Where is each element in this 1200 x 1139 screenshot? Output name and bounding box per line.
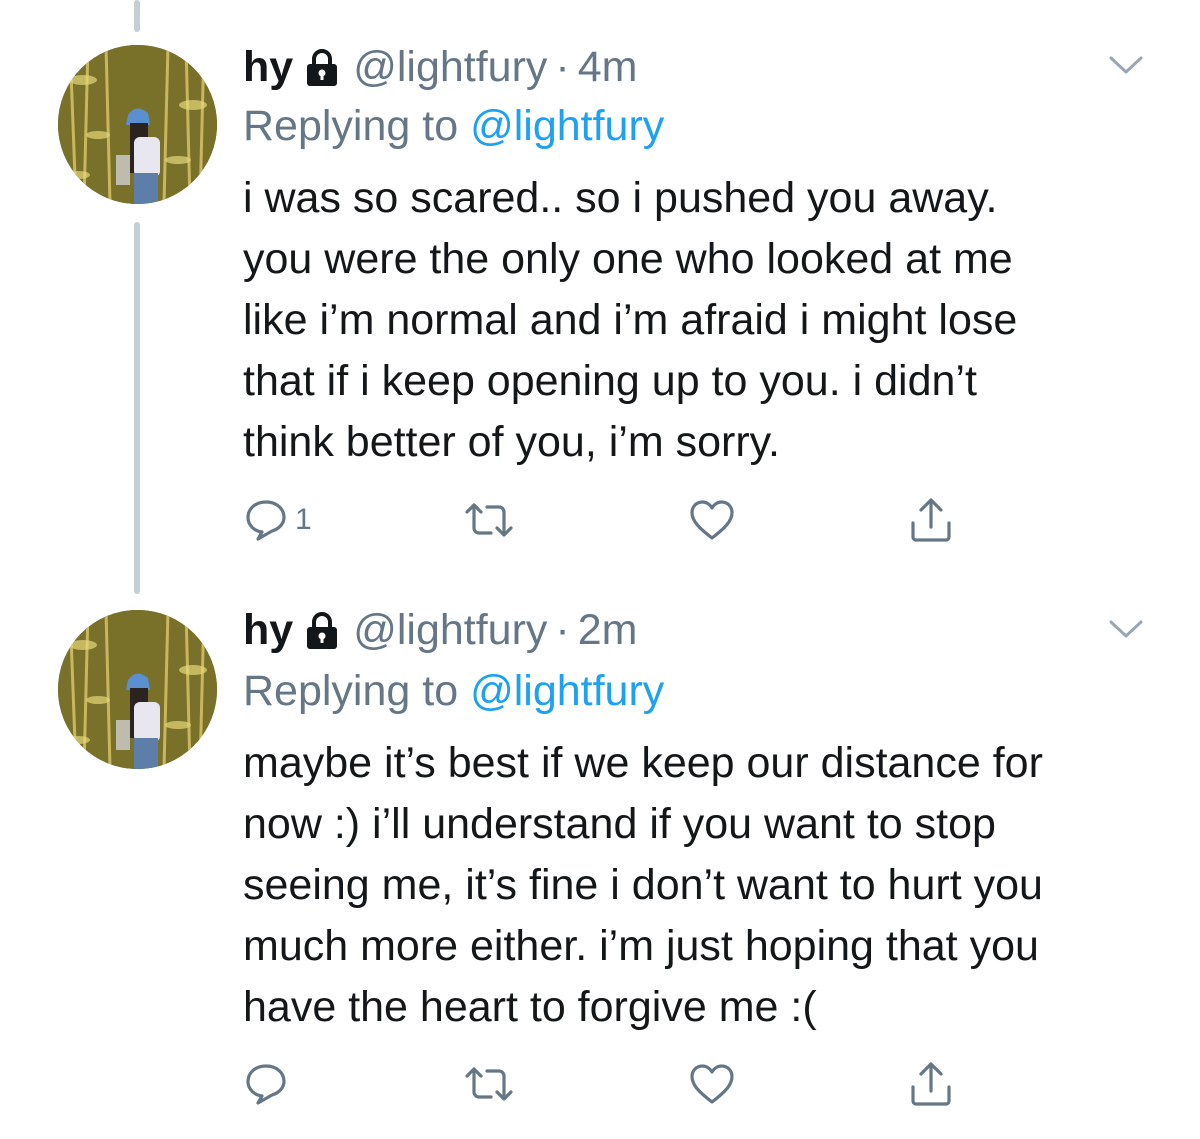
share-button[interactable] <box>909 1059 953 1109</box>
retweet-button[interactable] <box>463 495 515 545</box>
chevron-down-icon[interactable] <box>1108 54 1144 76</box>
timestamp[interactable]: 4m <box>578 42 638 92</box>
tweet-header: hy @lightfury · 2m <box>243 605 637 655</box>
reply-icon <box>243 1062 289 1106</box>
avatar[interactable] <box>58 45 217 204</box>
share-icon <box>909 497 953 543</box>
replying-to-label: Replying to <box>243 102 471 150</box>
display-name[interactable]: hy <box>243 605 293 655</box>
reply-button[interactable]: 1 <box>243 495 312 545</box>
replying-to-line: Replying to @lightfury <box>243 101 664 151</box>
tweet-text: maybe it’s best if we keep our distance … <box>243 739 1043 1031</box>
like-button[interactable] <box>689 1059 735 1109</box>
replying-to-line: Replying to @lightfury <box>243 666 664 716</box>
reply-button[interactable] <box>243 1059 295 1109</box>
share-icon <box>909 1061 953 1107</box>
tweet-1[interactable]: hy @lightfury · 4m Replying to @lightfur… <box>0 0 1200 580</box>
like-icon <box>689 499 735 541</box>
retweet-icon <box>463 500 515 540</box>
tweet-text: i was so scared.. so i pushed you away. … <box>243 174 1018 466</box>
reply-icon <box>243 498 289 542</box>
tweet-actions <box>243 1059 1003 1109</box>
lock-icon <box>305 611 339 649</box>
lock-icon <box>305 48 339 86</box>
display-name[interactable]: hy <box>243 42 293 92</box>
like-button[interactable] <box>689 495 735 545</box>
replying-to-mention[interactable]: @lightfury <box>470 667 664 715</box>
replying-to-label: Replying to <box>243 667 471 715</box>
tweet-2[interactable]: hy @lightfury · 2m Replying to @lightfur… <box>0 580 1200 1139</box>
reply-count: 1 <box>295 503 312 536</box>
separator-dot: · <box>555 606 570 654</box>
separator-dot: · <box>555 43 570 91</box>
retweet-button[interactable] <box>463 1059 515 1109</box>
avatar[interactable] <box>58 610 217 769</box>
tweet-header: hy @lightfury · 4m <box>243 42 637 92</box>
chevron-down-icon[interactable] <box>1108 618 1144 640</box>
timestamp[interactable]: 2m <box>578 605 638 655</box>
like-icon <box>689 1063 735 1105</box>
retweet-icon <box>463 1064 515 1104</box>
share-button[interactable] <box>909 495 953 545</box>
user-handle[interactable]: @lightfury <box>353 42 547 92</box>
user-handle[interactable]: @lightfury <box>353 605 547 655</box>
tweet-actions: 1 <box>243 495 1003 545</box>
replying-to-mention[interactable]: @lightfury <box>470 102 664 150</box>
